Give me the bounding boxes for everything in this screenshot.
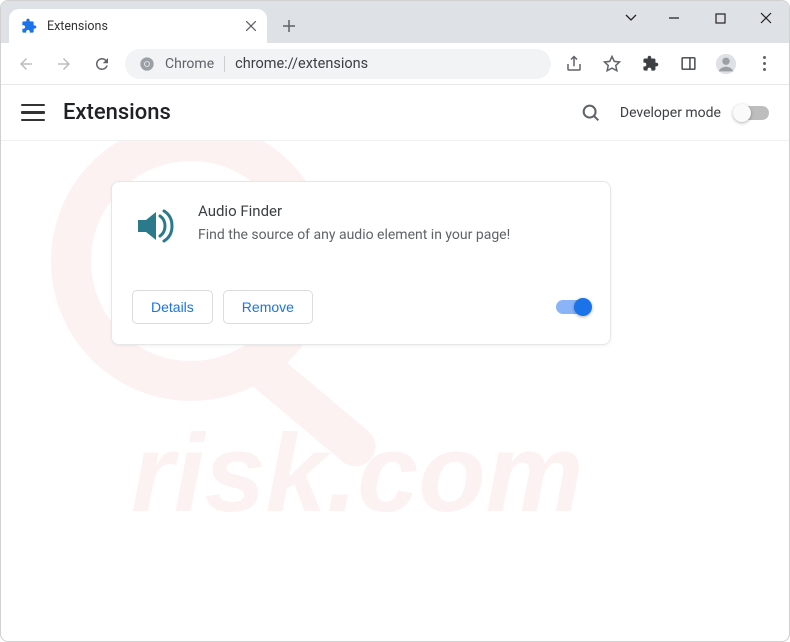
extension-description: Find the source of any audio element in … [198,226,590,246]
scheme-label: Chrome [165,56,214,72]
puzzle-icon [21,18,37,34]
extensions-header: Extensions Developer mode [1,85,789,141]
developer-mode-label: Developer mode [620,105,721,121]
separator [224,56,225,72]
address-bar: Chrome chrome://extensions [1,43,789,85]
url-text: chrome://extensions [235,55,537,72]
titlebar: Extensions [1,1,789,43]
new-tab-button[interactable] [275,12,303,40]
forward-button[interactable] [49,49,79,79]
minimize-button[interactable] [651,1,697,35]
close-window-button[interactable] [743,1,789,35]
extension-card: Audio Finder Find the source of any audi… [111,181,611,345]
browser-window: Extensions [0,0,790,642]
remove-button[interactable]: Remove [223,290,313,324]
enable-toggle[interactable] [556,300,590,314]
back-button[interactable] [11,49,41,79]
extensions-icon[interactable] [635,49,665,79]
profile-icon[interactable] [711,49,741,79]
search-icon[interactable] [576,98,606,128]
bookmark-icon[interactable] [597,49,627,79]
details-button[interactable]: Details [132,290,213,324]
extension-name: Audio Finder [198,202,590,220]
sidepanel-icon[interactable] [673,49,703,79]
chevron-down-icon[interactable] [611,1,651,35]
window-controls [611,1,789,39]
page-title: Extensions [63,100,558,125]
reload-button[interactable] [87,49,117,79]
chrome-logo-icon [139,56,155,72]
content-area: Audio Finder Find the source of any audi… [1,141,789,385]
tab-title: Extensions [47,19,233,34]
close-icon[interactable] [243,18,259,34]
maximize-button[interactable] [697,1,743,35]
menu-icon[interactable] [21,101,45,125]
menu-button[interactable] [749,49,779,79]
omnibox[interactable]: Chrome chrome://extensions [125,49,551,79]
share-icon[interactable] [559,49,589,79]
svg-text:risk.com: risk.com [131,412,583,535]
developer-mode-toggle[interactable] [735,106,769,120]
speaker-icon [132,202,180,250]
browser-tab[interactable]: Extensions [9,9,267,43]
